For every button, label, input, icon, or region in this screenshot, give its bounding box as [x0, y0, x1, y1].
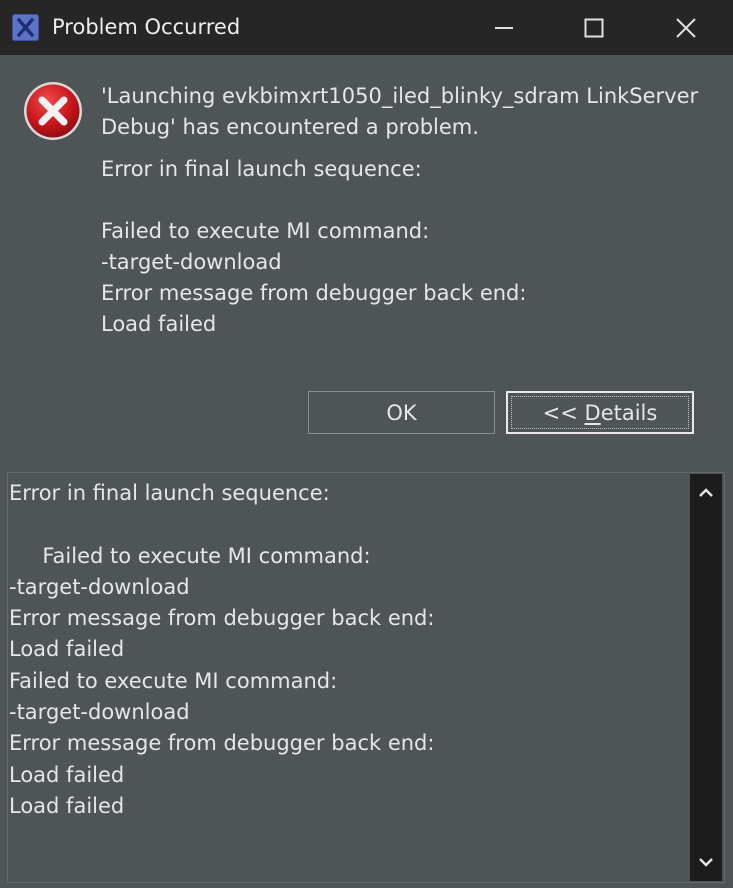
- maximize-icon: [584, 18, 604, 37]
- window-title: Problem Occurred: [52, 15, 241, 39]
- chevron-up-icon: [699, 488, 713, 497]
- details-text-area[interactable]: Error in final launch sequence: Failed t…: [7, 472, 725, 883]
- scroll-down-button[interactable]: [690, 845, 722, 879]
- focus-indicator: [511, 396, 689, 429]
- ok-button-label: OK: [386, 400, 417, 425]
- minimize-icon: [495, 26, 513, 29]
- title-bar[interactable]: Problem Occurred: [0, 0, 733, 55]
- details-button[interactable]: << Details: [506, 391, 694, 434]
- error-message: 'Launching evkbimxrt1050_iled_blinky_sdr…: [101, 81, 711, 340]
- message-detail-line: -target-download: [101, 250, 282, 274]
- close-icon: [676, 17, 696, 38]
- app-icon: [12, 14, 39, 41]
- message-detail-line: Failed to execute MI command:: [101, 219, 430, 243]
- error-icon: [22, 80, 84, 142]
- maximize-button[interactable]: [548, 0, 640, 55]
- problem-occurred-dialog: Problem Occurred 'Launching evkbimxrt105…: [0, 0, 733, 888]
- message-headline-line2: Debug' has encountered a problem.: [101, 115, 479, 139]
- details-text: Error in final launch sequence: Failed t…: [9, 481, 435, 818]
- minimize-button[interactable]: [458, 0, 550, 55]
- message-headline-line1: 'Launching evkbimxrt1050_iled_blinky_sdr…: [101, 84, 699, 108]
- scroll-up-button[interactable]: [690, 476, 722, 510]
- ok-button[interactable]: OK: [308, 391, 495, 434]
- chevron-down-icon: [699, 858, 713, 867]
- close-button[interactable]: [640, 0, 732, 55]
- vertical-scrollbar[interactable]: [690, 474, 722, 881]
- message-detail-line: Error message from debugger back end:: [101, 281, 527, 305]
- message-reason: Error in final launch sequence:: [101, 157, 422, 181]
- message-detail-line: Load failed: [101, 312, 217, 336]
